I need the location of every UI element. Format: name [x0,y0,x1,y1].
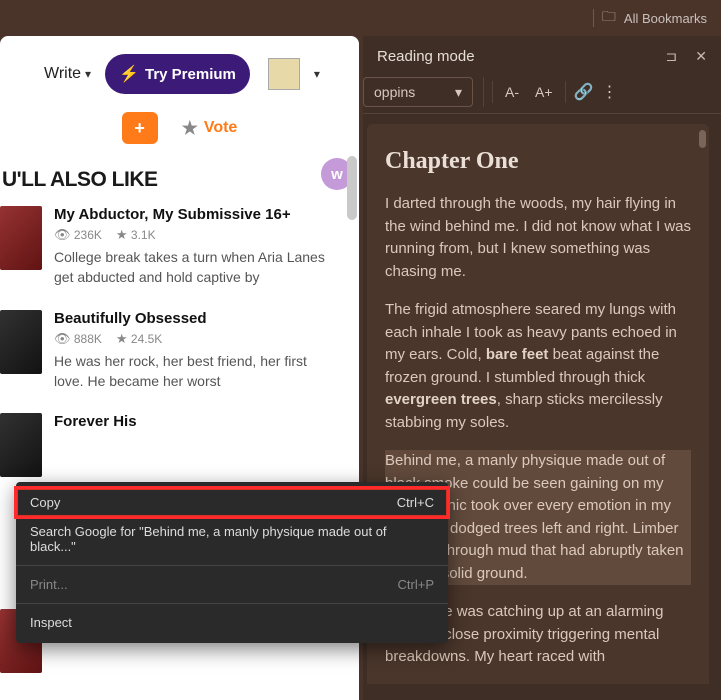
chevron-down-icon: ▾ [455,84,462,101]
write-label: Write [44,65,81,83]
pin-icon[interactable]: ⊐ [666,48,678,65]
star-icon: ★ [116,331,128,346]
avatar[interactable] [268,58,300,90]
star-icon: ★ [182,118,198,139]
story-stars: 24.5K [131,332,162,346]
menu-shortcut: Ctrl+C [397,495,434,510]
story-title: Beautifully Obsessed [54,310,339,327]
story-stars: 3.1K [131,228,156,242]
font-select[interactable]: oppins ▾ [363,77,473,107]
menu-label: Inspect [30,615,72,630]
section-title: U'LL ALSO LIKE [0,158,359,206]
menu-label: Copy [30,495,60,510]
story-item[interactable]: Beautifully Obsessed 👁 888K ★ 24.5K He w… [0,310,359,392]
eye-icon: 👁 [54,331,71,346]
scrollbar-thumb[interactable] [347,156,357,220]
font-size-increase[interactable]: A+ [531,80,557,104]
close-icon[interactable]: ✕ [695,48,707,65]
all-bookmarks-link[interactable]: All Bookmarks [624,11,707,26]
vote-button[interactable]: ★ Vote [182,118,238,139]
menu-item-inspect[interactable]: Inspect [16,608,448,637]
premium-label: Try Premium [145,66,236,83]
menu-label: Search Google for "Behind me, a manly ph… [30,524,434,554]
content-scrollbar-thumb[interactable] [699,130,706,148]
folder-icon: 🗀 [602,6,616,30]
story-cover [0,310,42,374]
link-icon[interactable]: 🔗 [574,82,594,102]
story-item[interactable]: My Abductor, My Submissive 16+ 👁 236K ★ … [0,206,359,288]
menu-item-print[interactable]: Print... Ctrl+P [16,570,448,599]
story-cover [0,413,42,477]
menu-label: Print... [30,577,68,592]
story-views: 888K [74,332,102,346]
story-views: 236K [74,228,102,242]
paragraph: The frigid atmosphere seared my lungs wi… [385,299,691,434]
star-icon: ★ [116,227,128,242]
menu-shortcut: Ctrl+P [398,577,434,592]
reading-toolbar: oppins ▾ A- A+ 🔗 ⋮ [363,73,721,114]
try-premium-button[interactable]: ⚡ Try Premium [105,54,250,94]
context-menu: Copy Ctrl+C Search Google for "Behind me… [16,482,448,643]
eye-icon: 👁 [54,227,71,242]
write-dropdown[interactable]: Write ▾ [44,65,91,83]
avatar-chevron-down-icon[interactable]: ▾ [314,67,320,81]
add-button[interactable]: + [122,112,158,144]
chapter-title: Chapter One [385,148,691,175]
font-size-decrease[interactable]: A- [501,80,523,104]
story-cover [0,206,42,270]
more-icon[interactable]: ⋮ [601,82,617,102]
paragraph: I darted through the woods, my hair flyi… [385,193,691,283]
font-name: oppins [374,84,415,100]
story-desc: He was her rock, her best friend, her fi… [54,351,339,392]
reading-mode-title: Reading mode [377,48,475,65]
story-desc: College break takes a turn when Aria Lan… [54,247,339,288]
menu-item-copy[interactable]: Copy Ctrl+C [16,488,448,517]
bolt-icon: ⚡ [119,64,139,84]
vote-label: Vote [204,119,237,137]
menu-item-search[interactable]: Search Google for "Behind me, a manly ph… [16,517,448,561]
story-title: Forever His [54,413,339,430]
story-title: My Abductor, My Submissive 16+ [54,206,339,223]
chevron-down-icon: ▾ [85,67,91,81]
